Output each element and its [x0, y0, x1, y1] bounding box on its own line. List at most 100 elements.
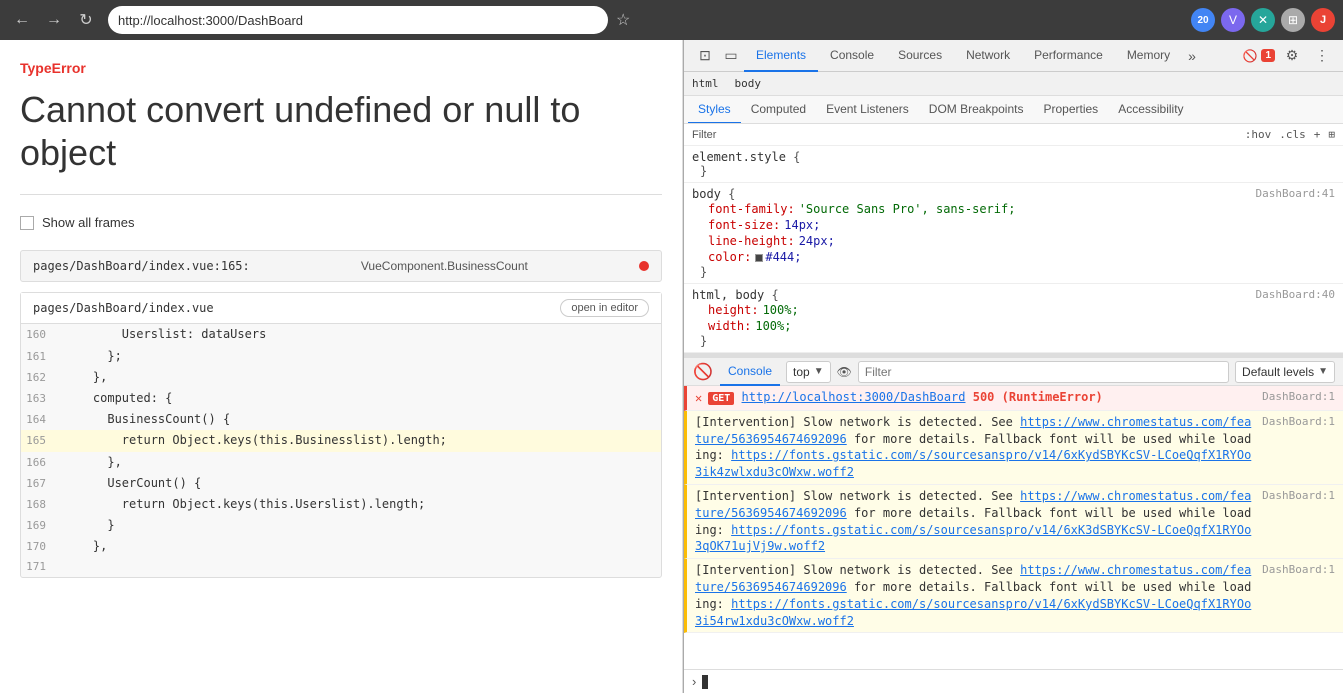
breadcrumb-tag-body[interactable]: body	[735, 77, 762, 90]
console-tab[interactable]: Console	[720, 358, 780, 386]
warning-link[interactable]: https://www.chromestatus.com/feature/563…	[695, 563, 1251, 594]
console-input-row: ›	[684, 669, 1343, 693]
subtab-computed[interactable]: Computed	[741, 96, 816, 124]
console-clear-btn[interactable]: 🚫	[692, 361, 714, 383]
prop-value: 'Source Sans Pro', sans-serif;	[799, 202, 1335, 216]
warning-font-link[interactable]: https://fonts.gstatic.com/s/sourcesanspr…	[695, 448, 1251, 479]
warning-link[interactable]: https://www.chromestatus.com/feature/563…	[695, 489, 1251, 520]
extension-puzzle-icon[interactable]: ⊞	[1281, 8, 1305, 32]
code-line: 168 return Object.keys(this.Userslist).l…	[21, 494, 661, 515]
console-message: [Intervention] Slow network is detected.…	[684, 485, 1343, 559]
style-closing-brace: }	[692, 334, 1335, 348]
reload-button[interactable]: ↻	[72, 6, 100, 34]
extension-v-icon[interactable]: V	[1221, 8, 1245, 32]
extension-numbered-icon[interactable]: 20	[1191, 8, 1215, 32]
subtab-accessibility[interactable]: Accessibility	[1108, 96, 1193, 124]
error-icon: ✕	[695, 390, 702, 407]
style-closing-brace: }	[692, 164, 1335, 178]
show-frames-checkbox[interactable]	[20, 216, 34, 230]
devtools-settings: 🚫 1 ⚙ ⋮	[1242, 43, 1335, 69]
subtab-styles[interactable]: Styles	[688, 96, 741, 124]
code-line: 165 return Object.keys(this.Businesslist…	[21, 430, 661, 451]
devtools-more-tabs[interactable]: »	[1182, 48, 1202, 64]
message-source: DashBoard:1	[1262, 414, 1335, 429]
add-style-btn[interactable]: +	[1314, 128, 1321, 141]
forward-button[interactable]: →	[40, 6, 68, 34]
style-prop: line-height: 24px;	[692, 233, 1335, 249]
error-frame: pages/DashBoard/index.vue:165: VueCompon…	[20, 250, 662, 282]
line-content: };	[56, 347, 661, 366]
console-filter-input[interactable]	[858, 361, 1229, 383]
line-number: 165	[21, 432, 56, 450]
style-block-html-body: html, body { DashBoard:40 height: 100%; …	[684, 284, 1343, 353]
show-frames-container: Show all frames	[20, 215, 662, 230]
devtools-tab-performance[interactable]: Performance	[1022, 40, 1115, 72]
code-line: 163 computed: {	[21, 388, 661, 409]
devtools-tab-network[interactable]: Network	[954, 40, 1022, 72]
devtools-tab-memory[interactable]: Memory	[1115, 40, 1182, 72]
devtools-tab-elements[interactable]: Elements	[744, 40, 818, 72]
subtab-properties[interactable]: Properties	[1033, 96, 1108, 124]
devtools-mobile-icon[interactable]: ▭	[718, 43, 744, 69]
message-source: DashBoard:1	[1262, 488, 1335, 503]
color-swatch[interactable]	[755, 254, 763, 262]
error-url-link[interactable]: http://localhost:3000/DashBoard	[742, 390, 966, 404]
extension-x-icon[interactable]: ✕	[1251, 8, 1275, 32]
style-prop: width: 100%;	[692, 318, 1335, 334]
line-number: 161	[21, 348, 56, 366]
bookmark-icon[interactable]: ☆	[616, 10, 630, 30]
devtools-pointer-icon[interactable]: ⊡	[692, 43, 718, 69]
prop-name: width:	[708, 319, 751, 333]
console-context-select[interactable]: top ▼	[786, 361, 831, 383]
devtools-settings-icon[interactable]: ⚙	[1279, 43, 1305, 69]
style-filter-bar: Filter :hov .cls + ⊞	[684, 124, 1343, 146]
console-messages: ✕GET http://localhost:3000/DashBoard 500…	[684, 386, 1343, 669]
line-number: 167	[21, 475, 56, 493]
cls-toggle[interactable]: .cls	[1279, 128, 1306, 141]
line-content: },	[56, 537, 661, 556]
filter-label: Filter	[692, 129, 716, 141]
style-selector-html-body: html, body {	[692, 288, 779, 302]
divider	[20, 194, 662, 195]
warning-link[interactable]: https://www.chromestatus.com/feature/563…	[695, 415, 1251, 446]
line-content: return Object.keys(this.Userslist).lengt…	[56, 495, 661, 514]
context-dropdown-arrow: ▼	[814, 366, 824, 377]
page-content: TypeError Cannot convert undefined or nu…	[0, 40, 683, 693]
warning-font-link[interactable]: https://fonts.gstatic.com/s/sourcesanspr…	[695, 523, 1251, 554]
console-prompt-icon: ›	[692, 674, 696, 689]
warning-font-link[interactable]: https://fonts.gstatic.com/s/sourcesanspr…	[695, 597, 1251, 628]
level-label: Default levels	[1242, 365, 1314, 379]
subtab-event-listeners[interactable]: Event Listeners	[816, 96, 919, 124]
breadcrumb-tag-html[interactable]: html	[692, 77, 719, 90]
style-selector-body: body {	[692, 187, 735, 201]
style-prop: font-size: 14px;	[692, 217, 1335, 233]
devtools-tab-sources[interactable]: Sources	[886, 40, 954, 72]
devtools-toolbar: ⊡ ▭ ElementsConsoleSourcesNetworkPerform…	[684, 40, 1343, 72]
warning-message-content: [Intervention] Slow network is detected.…	[695, 488, 1256, 555]
styles-subtabs: StylesComputedEvent ListenersDOM Breakpo…	[684, 96, 1343, 124]
open-in-editor-button[interactable]: open in editor	[560, 299, 649, 317]
line-content: BusinessCount() {	[56, 410, 661, 429]
console-eye-icon[interactable]: 👁	[837, 365, 852, 379]
style-closing-brace: }	[692, 265, 1335, 279]
devtools-dots-icon[interactable]: ⋮	[1309, 43, 1335, 69]
back-button[interactable]: ←	[8, 6, 36, 34]
hov-toggle[interactable]: :hov	[1245, 128, 1272, 141]
console-level-select[interactable]: Default levels ▼	[1235, 361, 1335, 383]
expand-icon[interactable]: ⊞	[1328, 128, 1335, 141]
style-source-html-body: DashBoard:40	[1256, 288, 1335, 302]
warning-message-content: [Intervention] Slow network is detected.…	[695, 562, 1256, 629]
user-avatar-icon[interactable]: J	[1311, 8, 1335, 32]
level-dropdown-arrow: ▼	[1318, 366, 1328, 377]
style-prop: color: #444;	[692, 249, 1335, 265]
prop-value: 100%;	[763, 303, 1335, 317]
address-bar[interactable]: http://localhost:3000/DashBoard	[108, 6, 608, 34]
code-line: 160 Userslist: dataUsers	[21, 324, 661, 345]
code-frame-header: pages/DashBoard/index.vue open in editor	[21, 293, 661, 324]
get-badge: GET	[708, 392, 734, 405]
prop-name: line-height:	[708, 234, 795, 248]
line-content: UserCount() {	[56, 474, 661, 493]
subtab-dom-breakpoints[interactable]: DOM Breakpoints	[919, 96, 1034, 124]
frame-file[interactable]: pages/DashBoard/index.vue:165:	[33, 259, 250, 273]
devtools-tab-console[interactable]: Console	[818, 40, 886, 72]
